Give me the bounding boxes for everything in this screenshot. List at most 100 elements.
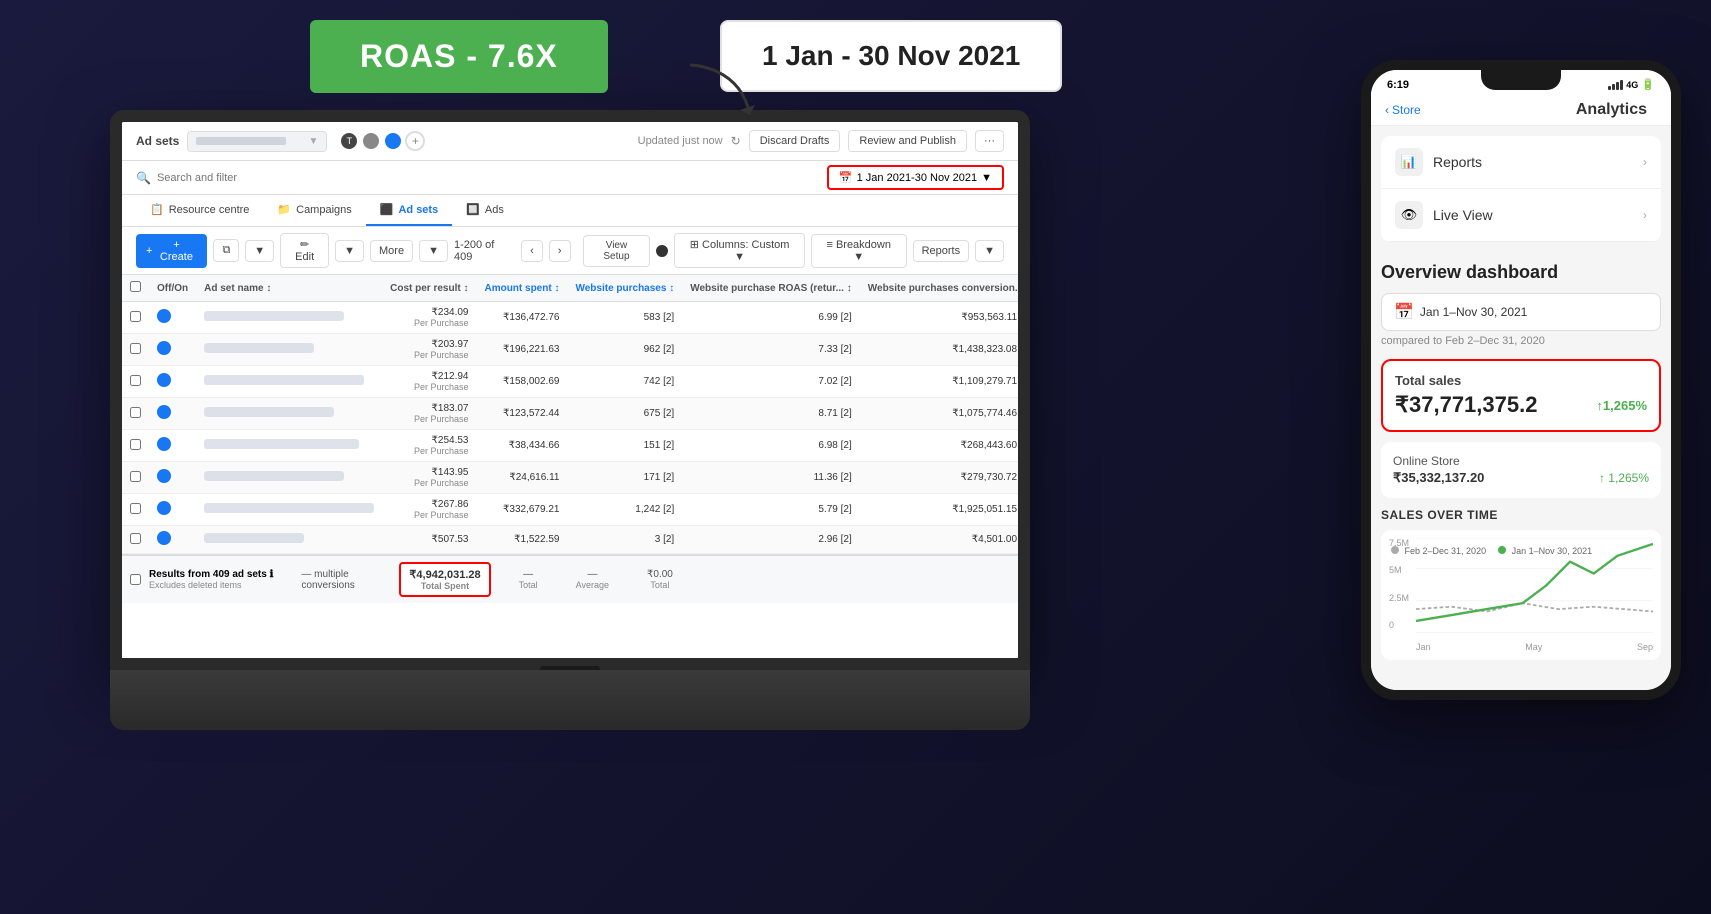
reports-chevron-btn[interactable]: ▼ [975, 240, 1004, 262]
td-toggle[interactable] [149, 494, 196, 526]
td-cost: ₹183.07 Per Purchase [382, 398, 476, 430]
add-avatar-btn[interactable]: + [405, 131, 425, 151]
adset-select[interactable]: ▼ [187, 131, 327, 152]
reports-chevron-icon: › [1643, 155, 1647, 169]
roas-average: — Average [576, 569, 609, 590]
td-toggle[interactable] [149, 334, 196, 366]
td-toggle[interactable] [149, 398, 196, 430]
td-conversion: ₹279,730.72 [2] [860, 462, 1018, 494]
td-name [196, 334, 382, 366]
toggle-switch[interactable] [157, 531, 171, 545]
th-conversion[interactable]: Website purchases conversion... ↕ [860, 275, 1018, 302]
review-publish-btn[interactable]: Review and Publish [848, 130, 967, 152]
td-toggle[interactable] [149, 462, 196, 494]
excludes-label: Excludes deleted items [149, 580, 273, 590]
th-cost[interactable]: Cost per result ↕ [382, 275, 476, 302]
toggle-switch[interactable] [157, 437, 171, 451]
td-checkbox[interactable] [122, 494, 149, 526]
live-view-label: Live View [1433, 207, 1633, 223]
back-btn[interactable]: ‹ Store [1385, 103, 1421, 117]
td-purchases: 962 [2] [567, 334, 682, 366]
th-checkbox[interactable] [122, 275, 149, 302]
td-checkbox[interactable] [122, 398, 149, 430]
tab-adsets[interactable]: ⬛ Ad sets [366, 195, 452, 226]
td-checkbox[interactable] [122, 526, 149, 554]
td-checkbox[interactable] [122, 430, 149, 462]
td-checkbox[interactable] [122, 302, 149, 334]
td-toggle[interactable] [149, 526, 196, 554]
total-sales-card: Total sales ₹37,771,375.2 ↑1,265% [1381, 359, 1661, 432]
toggle-switch[interactable] [157, 405, 171, 419]
edit-btn[interactable]: ✏ Edit [280, 233, 329, 268]
total-spent-value: ₹4,942,031.28 [409, 568, 480, 581]
view-setup-btn[interactable]: View Setup [583, 235, 651, 267]
tab-ads[interactable]: 🔲 Ads [452, 195, 518, 226]
columns-btn[interactable]: ⊞ Columns: Custom ▼ [674, 233, 805, 268]
td-toggle[interactable] [149, 302, 196, 334]
td-toggle[interactable] [149, 366, 196, 398]
background: ROAS - 7.6X 1 Jan - 30 Nov 2021 Ad sets … [0, 0, 1711, 914]
table-row: ₹212.94 Per Purchase ₹158,002.69 742 [2]… [122, 366, 1018, 398]
more-options-btn[interactable]: ··· [975, 130, 1004, 152]
more-btn[interactable]: More [370, 240, 413, 262]
toggle-switch[interactable] [157, 469, 171, 483]
toggle-switch[interactable] [157, 309, 171, 323]
toggle-switch[interactable] [157, 373, 171, 387]
discard-drafts-btn[interactable]: Discard Drafts [749, 130, 841, 152]
roas-banner: ROAS - 7.6X [310, 20, 608, 93]
edit-chevron-btn[interactable]: ▼ [335, 240, 364, 262]
ads-icon: 🔲 [466, 203, 480, 216]
td-cost: ₹143.95 Per Purchase [382, 462, 476, 494]
duplicate-chevron-btn[interactable]: ▼ [245, 240, 274, 262]
td-checkbox[interactable] [122, 334, 149, 366]
tab-resource-centre[interactable]: 📋 Resource centre [136, 195, 263, 226]
th-purchases[interactable]: Website purchases ↕ [567, 275, 682, 302]
back-label: Store [1392, 103, 1421, 117]
chart-x-labels: Jan May Sep [1416, 642, 1653, 652]
reports-btn[interactable]: Reports [913, 240, 970, 262]
online-store-label: Online Store [1393, 454, 1649, 468]
y-label-4: 0 [1389, 620, 1409, 630]
search-date-bar: 🔍 📅 1 Jan 2021-30 Nov 2021 ▼ [122, 161, 1018, 195]
create-label: + Create [155, 239, 197, 263]
td-toggle[interactable] [149, 430, 196, 462]
td-name [196, 398, 382, 430]
footer-checkbox[interactable] [130, 574, 141, 585]
bar-3 [1616, 82, 1619, 90]
table-row: ₹254.53 Per Purchase ₹38,434.66 151 [2] … [122, 430, 1018, 462]
laptop-container: Ad sets ▼ T + Updated just [110, 110, 1030, 730]
toggle-switch[interactable] [157, 341, 171, 355]
th-roas[interactable]: Website purchase ROAS (retur... ↕ [682, 275, 860, 302]
status-time: 6:19 [1387, 79, 1409, 91]
live-view-menu-item[interactable]: 👁 Live View › [1381, 189, 1661, 242]
more-chevron-btn[interactable]: ▼ [419, 240, 448, 262]
online-store-value: ₹35,332,137.20 [1393, 470, 1484, 486]
td-purchases: 3 [2] [567, 526, 682, 554]
date-range-btn[interactable]: 📅 1 Jan 2021-30 Nov 2021 ▼ [827, 165, 1004, 190]
nav-tabs: 📋 Resource centre 📁 Campaigns ⬛ Ad sets … [122, 195, 1018, 227]
search-input[interactable] [157, 172, 307, 184]
breakdown-btn[interactable]: ≡ Breakdown ▼ [811, 234, 907, 268]
next-page-btn[interactable]: › [549, 240, 571, 262]
create-btn[interactable]: + + Create [136, 234, 207, 268]
reports-menu-item[interactable]: 📊 Reports › [1381, 136, 1661, 189]
arrow-icon [680, 55, 760, 135]
refresh-icon[interactable]: ↻ [731, 134, 741, 148]
prev-page-btn[interactable]: ‹ [521, 240, 543, 262]
tab-label: Resource centre [169, 204, 250, 216]
td-cost: ₹234.09 Per Purchase [382, 302, 476, 334]
duplicate-btn[interactable]: ⧉ [213, 239, 239, 262]
toggle-switch[interactable] [157, 501, 171, 515]
td-conversion: ₹1,438,323.08 [2] [860, 334, 1018, 366]
bar-4 [1620, 80, 1623, 90]
td-checkbox[interactable] [122, 462, 149, 494]
td-cost: ₹212.94 Per Purchase [382, 366, 476, 398]
th-name[interactable]: Ad set name ↕ [196, 275, 382, 302]
td-checkbox[interactable] [122, 366, 149, 398]
total-spent-sub: Total Spent [409, 581, 480, 591]
signal-bars [1608, 80, 1623, 90]
th-amount[interactable]: Amount spent ↕ [476, 275, 567, 302]
date-selector[interactable]: 📅 Jan 1–Nov 30, 2021 [1381, 293, 1661, 331]
tab-campaigns[interactable]: 📁 Campaigns [263, 195, 365, 226]
table-header-row: Off/On Ad set name ↕ Cost per result ↕ A… [122, 275, 1018, 302]
